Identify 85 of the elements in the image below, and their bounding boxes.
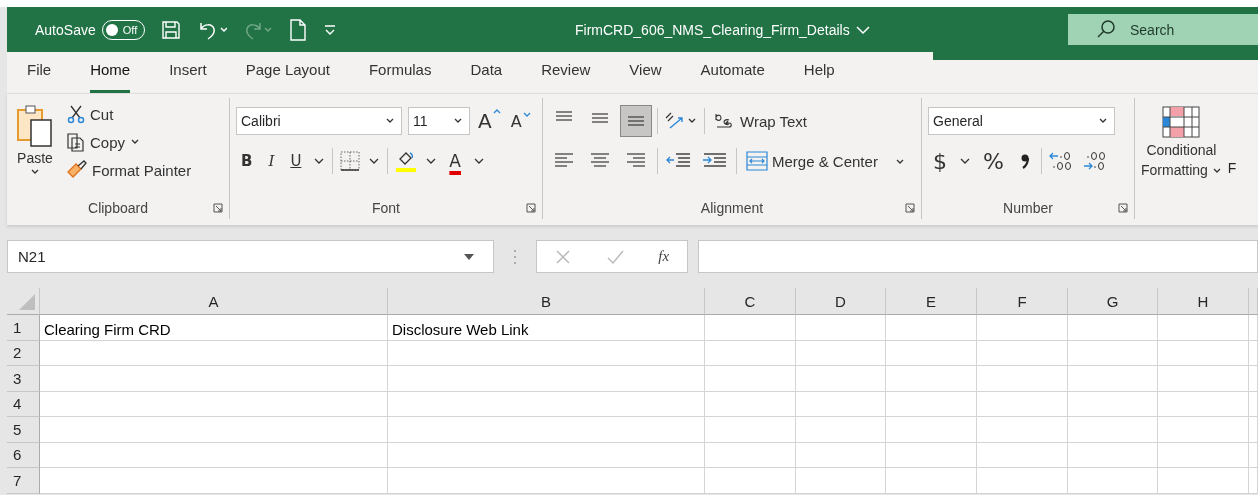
save-icon[interactable] [161,19,182,40]
drag-handle-icon[interactable] [512,247,518,266]
name-box[interactable]: N21 [7,240,494,273]
decrease-font-size-button[interactable]: A [508,111,533,131]
borders-icon[interactable] [339,150,362,172]
dialog-launcher-icon[interactable] [526,203,536,213]
caret-icon [453,117,463,125]
search-field[interactable]: Search [1068,14,1258,45]
merge-cells-icon [746,151,768,171]
column-header[interactable]: D [796,288,886,315]
group-label: Number [1003,200,1053,216]
dialog-launcher-icon[interactable] [1118,203,1128,213]
table-cell[interactable]: Disclosure Web Link [388,315,705,341]
row-header[interactable]: 2 [7,340,40,366]
caret-icon [385,117,395,125]
group-label: Alignment [700,200,764,216]
column-header[interactable]: H [1158,288,1249,315]
ribbon-tab[interactable]: Review [541,57,591,93]
row-header[interactable]: 4 [7,391,40,417]
ribbon-tab[interactable]: Page Layout [245,57,330,93]
column-header[interactable]: E [886,288,977,315]
row-header[interactable]: 3 [7,366,40,392]
table-highlight-icon [1162,106,1201,138]
column-header[interactable]: F [977,288,1068,315]
italic-button[interactable]: I [263,150,280,172]
caret-icon[interactable] [472,156,486,166]
vertical-align-button[interactable] [621,106,651,136]
number-format-dropdown[interactable]: General [928,107,1115,135]
ribbon-tab[interactable]: Automate [700,57,765,93]
format-painter-button[interactable]: Format Painter [63,158,195,182]
bold-button[interactable]: B [236,150,258,172]
ribbon-tab[interactable]: View [629,57,662,93]
fill-color-icon[interactable] [394,149,419,173]
row-header[interactable]: 6 [7,442,40,468]
caret-icon [522,111,531,117]
cut-button[interactable]: Cut [63,102,195,126]
autosave-label: AutoSave [35,21,96,38]
currency-format-button[interactable]: $ [928,146,952,176]
caret-icon[interactable] [958,156,972,166]
customize-toolbar-icon[interactable] [323,22,338,37]
scissors-icon [66,104,86,124]
paste-button[interactable]: Paste [7,102,63,197]
column-header[interactable]: A [40,288,388,315]
dialog-launcher-icon[interactable] [905,203,915,213]
search-icon [1096,19,1116,39]
caret-icon [1211,167,1222,175]
row-header[interactable]: 1 [7,315,40,341]
copy-icon [66,132,86,152]
row-header[interactable]: 7 [7,468,40,494]
caret-icon [30,168,40,176]
chevron-icon[interactable] [855,24,870,35]
paintbrush-icon [66,160,88,180]
window-title[interactable]: FirmCRD_606_NMS_Clearing_Firm_Details [575,21,870,38]
column-header[interactable]: C [705,288,796,315]
column-header[interactable]: G [1068,288,1158,315]
select-all-icon[interactable] [18,293,36,311]
ribbon-tab[interactable]: Formulas [368,57,432,93]
ribbon-tab[interactable]: Data [470,57,503,93]
clipboard-icon [15,104,55,148]
new-document-icon[interactable] [289,18,308,41]
caret-icon [895,158,904,164]
group-label: Clipboard [88,200,148,216]
font-size-dropdown[interactable]: 11 [408,107,470,135]
column-header[interactable]: B [388,288,705,315]
ribbon-tab[interactable]: Insert [169,57,207,93]
insert-function-button[interactable]: fx [656,248,672,265]
caret-up-icon [492,109,501,114]
dialog-launcher-icon[interactable] [213,203,223,213]
wrap-text-button[interactable]: Wrap Text [711,108,810,134]
caret-icon [1098,117,1108,125]
group-label: Font [372,200,400,216]
font-name-dropdown[interactable]: Calibri [236,107,402,135]
merge-and-center-button[interactable]: Merge & Center [743,149,907,173]
copy-button[interactable]: Copy [63,130,195,154]
ribbon-button-label[interactable]: F [1227,160,1237,176]
underline-button[interactable]: U [285,150,307,172]
row-header[interactable]: 5 [7,417,40,443]
font-color-button[interactable]: A [444,149,466,173]
increase-font-size-button[interactable]: A [476,109,503,133]
conditional-formatting-button[interactable]: Conditional Formatting [1135,98,1228,178]
percent-style-button[interactable]: % [978,146,1009,176]
ribbon-tab[interactable]: Help [803,57,835,93]
table-cell[interactable]: Clearing Firm CRD [40,315,388,341]
ribbon-tab[interactable]: File [27,57,52,93]
dropdown-arrow-icon[interactable] [463,252,475,261]
